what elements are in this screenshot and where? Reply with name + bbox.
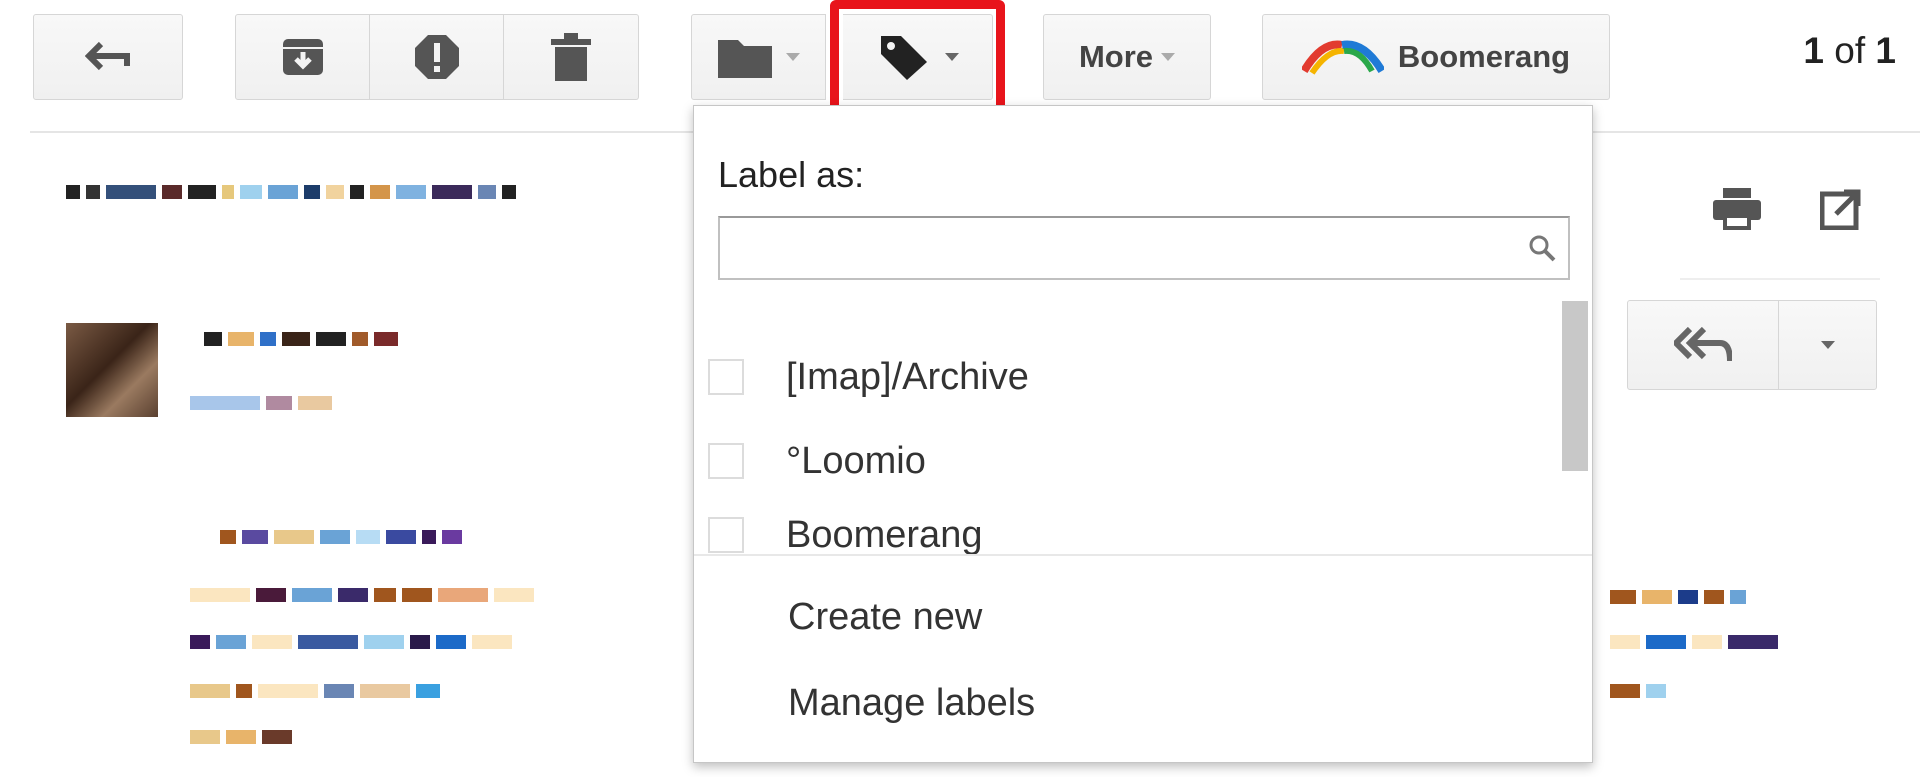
boomerang-logo-icon xyxy=(1301,40,1384,75)
body-redacted-line xyxy=(190,588,534,602)
label-checkbox[interactable] xyxy=(708,443,744,479)
label-option-text: °Loomio xyxy=(786,439,926,482)
sender-name-redacted xyxy=(204,332,398,346)
menu-title: Label as: xyxy=(718,154,865,195)
chevron-down-icon xyxy=(1161,53,1176,61)
reply-all-button[interactable] xyxy=(1627,300,1779,390)
reply-more-button[interactable] xyxy=(1778,300,1877,390)
label-option[interactable]: [Imap]/Archive xyxy=(694,342,1554,412)
back-button[interactable] xyxy=(33,14,183,100)
subject-redacted xyxy=(66,185,516,199)
label-checkbox[interactable] xyxy=(708,359,744,395)
trash-icon xyxy=(551,33,591,81)
more-button[interactable]: More xyxy=(1043,14,1211,100)
label-as-menu: Label as: [Imap]/Archive °Loomio Boomera… xyxy=(693,105,1593,763)
avatar xyxy=(66,323,158,417)
boomerang-button[interactable]: Boomerang xyxy=(1262,14,1610,100)
body-redacted-line xyxy=(1610,684,1666,698)
back-arrow-icon xyxy=(85,41,130,71)
highlight-box xyxy=(830,0,1005,115)
menu-divider xyxy=(694,554,1592,556)
label-option-text: [Imap]/Archive xyxy=(786,355,1029,398)
pager: 1 of 1 xyxy=(1803,30,1896,72)
label-option[interactable]: Boomerang xyxy=(694,500,1554,570)
folder-icon xyxy=(717,40,772,78)
more-label: More xyxy=(1078,39,1154,74)
archive-button[interactable] xyxy=(235,14,370,100)
pager-separator: of xyxy=(1834,30,1866,71)
reply-all-icon xyxy=(1674,327,1732,362)
move-to-button[interactable] xyxy=(691,14,826,100)
chevron-down-icon xyxy=(785,53,800,61)
manage-labels-button[interactable]: Manage labels xyxy=(788,682,1035,725)
create-new-label-button[interactable]: Create new xyxy=(788,596,982,639)
sender-email-redacted xyxy=(190,396,332,410)
label-search-field[interactable] xyxy=(718,216,1570,280)
print-icon[interactable] xyxy=(1713,188,1761,230)
label-option[interactable]: °Loomio xyxy=(694,426,1554,496)
delete-button[interactable] xyxy=(504,14,639,100)
archive-icon xyxy=(282,39,323,75)
open-in-new-window-icon[interactable] xyxy=(1820,188,1862,230)
body-redacted-line xyxy=(220,530,462,544)
label-search-input[interactable] xyxy=(720,218,1524,276)
boomerang-label: Boomerang xyxy=(1397,39,1571,74)
search-icon xyxy=(1529,235,1556,262)
body-redacted-line xyxy=(190,635,512,649)
label-checkbox[interactable] xyxy=(708,517,744,553)
report-spam-icon xyxy=(414,35,459,79)
pager-total: 1 xyxy=(1875,30,1896,71)
report-spam-button[interactable] xyxy=(370,14,504,100)
chevron-down-icon xyxy=(1820,341,1835,349)
pager-current: 1 xyxy=(1803,30,1824,71)
label-list-scrollbar[interactable] xyxy=(1562,301,1588,471)
body-redacted-line xyxy=(1610,635,1778,649)
header-divider xyxy=(1680,278,1880,280)
body-redacted-line xyxy=(1610,590,1746,604)
label-option-text: Boomerang xyxy=(786,513,983,556)
body-redacted-line xyxy=(190,684,440,698)
body-redacted-line xyxy=(190,730,292,744)
